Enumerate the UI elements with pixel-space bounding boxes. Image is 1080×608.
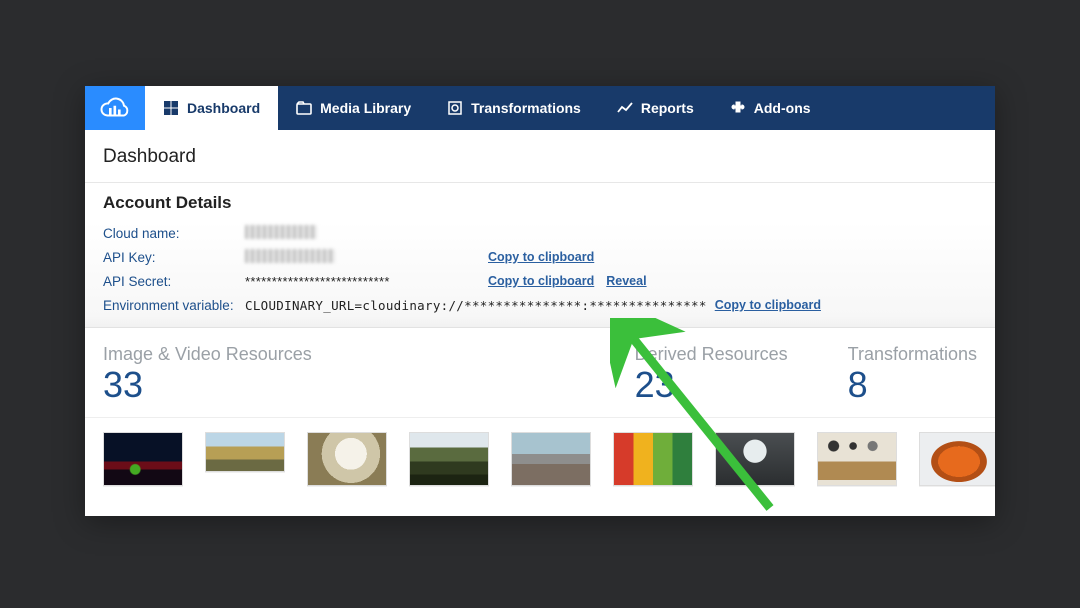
app-window: Dashboard Media Library Transformations … bbox=[85, 86, 995, 516]
nav-label: Dashboard bbox=[187, 100, 260, 116]
top-nav: Dashboard Media Library Transformations … bbox=[85, 86, 995, 130]
account-details: Cloud name: API Key: Copy to clipboard A… bbox=[85, 221, 995, 328]
cloud-name-value bbox=[245, 225, 488, 242]
media-library-icon bbox=[296, 100, 312, 116]
nav-label: Media Library bbox=[320, 100, 411, 116]
cloud-logo-icon bbox=[97, 94, 133, 122]
nav-dashboard[interactable]: Dashboard bbox=[145, 86, 278, 130]
section-title-account: Account Details bbox=[85, 183, 995, 221]
thumbnail[interactable] bbox=[919, 432, 995, 486]
stat-transformations-value: 8 bbox=[848, 365, 977, 405]
nav-items: Dashboard Media Library Transformations … bbox=[145, 86, 829, 130]
row-api-secret: API Secret: *************************** … bbox=[103, 269, 977, 293]
stat-derived: Derived Resources 23 bbox=[635, 344, 788, 405]
thumbnail[interactable] bbox=[409, 432, 489, 486]
env-var-value: CLOUDINARY_URL=cloudinary://************… bbox=[245, 298, 715, 313]
stat-resources-title: Image & Video Resources bbox=[103, 344, 312, 365]
nav-transformations[interactable]: Transformations bbox=[429, 86, 599, 130]
thumbnail[interactable] bbox=[103, 432, 183, 486]
stat-resources-value: 33 bbox=[103, 365, 312, 405]
page-title: Dashboard bbox=[85, 130, 995, 183]
api-key-label: API Key: bbox=[103, 250, 245, 265]
row-cloud-name: Cloud name: bbox=[103, 221, 977, 245]
api-key-copy-link[interactable]: Copy to clipboard bbox=[488, 250, 594, 264]
thumbnail[interactable] bbox=[715, 432, 795, 486]
nav-label: Reports bbox=[641, 100, 694, 116]
row-env-var: Environment variable: CLOUDINARY_URL=clo… bbox=[103, 293, 977, 317]
nav-addons[interactable]: Add-ons bbox=[712, 86, 829, 130]
thumbnail[interactable] bbox=[613, 432, 693, 486]
api-secret-copy-link[interactable]: Copy to clipboard bbox=[488, 274, 594, 288]
api-secret-value: *************************** bbox=[245, 274, 488, 289]
stat-derived-value: 23 bbox=[635, 365, 788, 405]
api-secret-label: API Secret: bbox=[103, 274, 245, 289]
dashboard-icon bbox=[163, 100, 179, 116]
reports-icon bbox=[617, 100, 633, 116]
thumbnail[interactable] bbox=[205, 432, 285, 472]
nav-label: Transformations bbox=[471, 100, 581, 116]
api-secret-reveal-link[interactable]: Reveal bbox=[606, 274, 646, 288]
nav-label: Add-ons bbox=[754, 100, 811, 116]
row-api-key: API Key: Copy to clipboard bbox=[103, 245, 977, 269]
nav-reports[interactable]: Reports bbox=[599, 86, 712, 130]
stats-row: Image & Video Resources 33 Derived Resou… bbox=[85, 328, 995, 411]
thumbnail[interactable] bbox=[307, 432, 387, 486]
stat-transformations-title: Transformations bbox=[848, 344, 977, 365]
stat-resources: Image & Video Resources 33 bbox=[103, 344, 312, 405]
stat-derived-title: Derived Resources bbox=[635, 344, 788, 365]
thumbnail-strip bbox=[85, 417, 995, 486]
api-key-value bbox=[245, 249, 488, 266]
env-var-label: Environment variable: bbox=[103, 298, 245, 313]
thumbnail[interactable] bbox=[511, 432, 591, 486]
cloud-name-label: Cloud name: bbox=[103, 226, 245, 241]
thumbnail[interactable] bbox=[817, 432, 897, 486]
addons-icon bbox=[730, 100, 746, 116]
stat-transformations: Transformations 8 bbox=[848, 344, 977, 405]
nav-media-library[interactable]: Media Library bbox=[278, 86, 429, 130]
env-var-copy-link[interactable]: Copy to clipboard bbox=[715, 298, 821, 312]
transformations-icon bbox=[447, 100, 463, 116]
logo[interactable] bbox=[85, 86, 145, 130]
